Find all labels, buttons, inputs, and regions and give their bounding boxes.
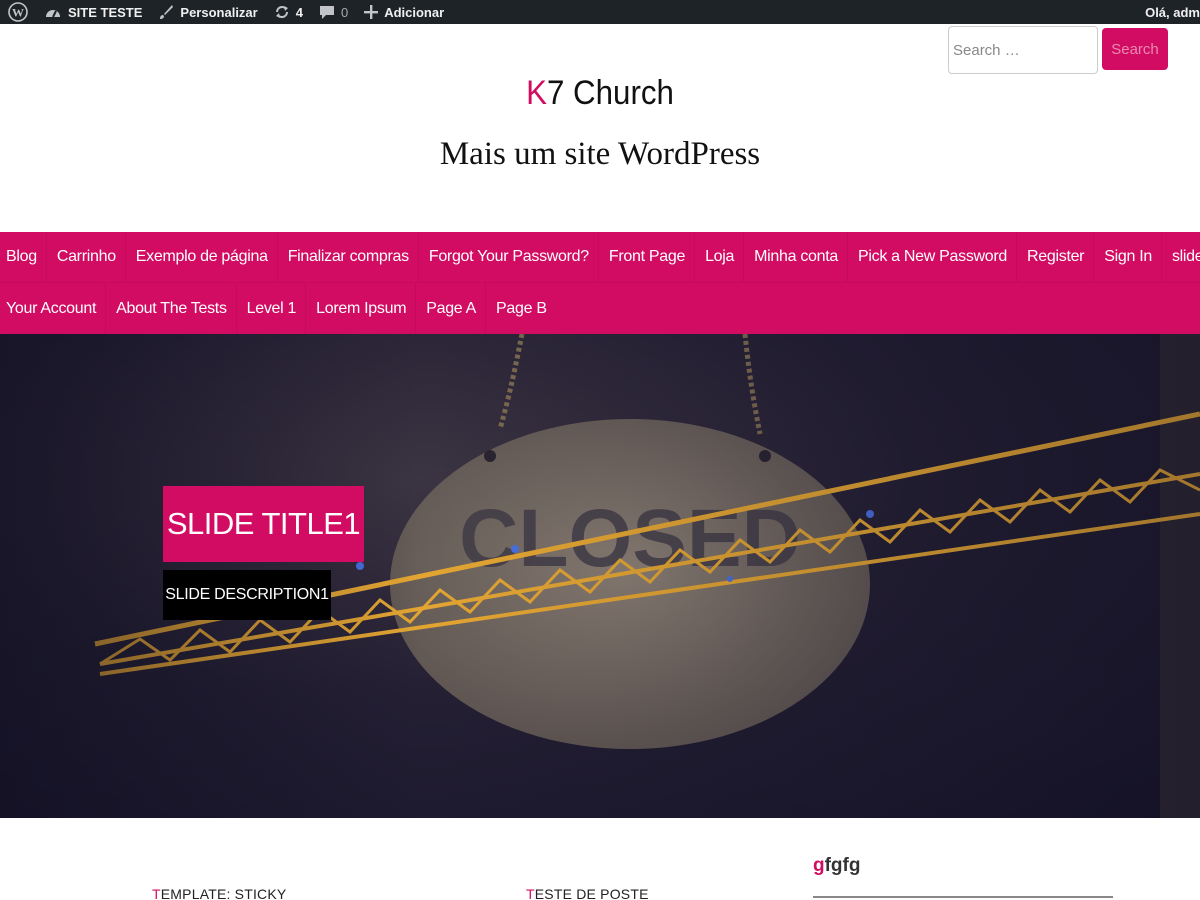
widget-title-first-letter: g <box>813 855 825 876</box>
brush-icon <box>160 5 174 19</box>
nav-item-page-b[interactable]: Page B <box>490 283 556 334</box>
post-title-first-letter: T <box>152 886 161 900</box>
nav-item-sign-in[interactable]: Sign In <box>1098 231 1162 283</box>
nav-item-page-a[interactable]: Page A <box>420 283 487 334</box>
nav-item-slide[interactable]: slide <box>1166 232 1200 283</box>
site-tagline: Mais um site WordPress <box>439 136 761 172</box>
comments-count: 0 <box>340 4 349 20</box>
plus-icon <box>364 5 379 19</box>
nav-item-loja[interactable]: Loja <box>699 231 745 283</box>
updates-count: 4 <box>295 4 303 20</box>
site-title-rest: 7 Church <box>546 74 674 112</box>
nav-item-about-the-tests[interactable]: About The Tests <box>110 283 237 334</box>
nav-item-register[interactable]: Register <box>1021 231 1095 283</box>
my-account-link[interactable]: Olá, adm <box>1137 0 1200 24</box>
wordpress-logo-icon[interactable]: W <box>0 0 36 24</box>
updates-icon <box>275 6 288 18</box>
nav-item-blog[interactable]: Blog <box>0 231 47 283</box>
nav-item-carrinho[interactable]: Carrinho <box>51 231 126 283</box>
updates-link[interactable]: 4 <box>266 0 311 24</box>
nav-row-2: Your Account About The Tests Level 1 Lor… <box>0 283 1200 334</box>
comments-link[interactable]: 0 <box>311 0 356 24</box>
search-input[interactable] <box>948 26 1098 74</box>
new-content-link[interactable]: Adicionar <box>356 0 452 24</box>
svg-text:W: W <box>12 6 24 20</box>
nav-item-forgot-password[interactable]: Forgot Your Password? <box>423 231 599 283</box>
nav-item-lorem-ipsum[interactable]: Lorem Ipsum <box>310 283 417 334</box>
sidebar-widget-title: gfgfg <box>813 855 860 877</box>
post-title-teste-de-poste[interactable]: TESTE DE POSTE <box>526 886 649 900</box>
post-title-rest: EMPLATE: STICKY <box>160 886 287 900</box>
nav-item-front-page[interactable]: Front Page <box>603 231 696 283</box>
nav-item-minha-conta[interactable]: Minha conta <box>748 231 848 283</box>
site-title-first-letter: K <box>526 74 547 112</box>
comment-icon <box>319 6 334 19</box>
nav-item-your-account[interactable]: Your Account <box>0 283 107 334</box>
nav-item-finalizar-compras[interactable]: Finalizar compras <box>282 231 419 283</box>
search-form: Search <box>948 26 1168 74</box>
slide-title: SLIDE TITLE1 <box>163 486 364 562</box>
site-name-link[interactable]: SITE TESTE <box>36 0 150 24</box>
new-content-label: Adicionar <box>384 4 445 20</box>
main-navigation: Blog Carrinho Exemplo de página Finaliza… <box>0 231 1200 334</box>
post-title-template-sticky[interactable]: TEMPLATE: STICKY <box>152 886 286 900</box>
widget-title-rest: fgfg <box>824 855 861 876</box>
hero-slider[interactable]: CLOSED SLIDE TITLE1 SLIDE DESCRIPTION1 <box>0 334 1200 818</box>
nav-row-1: Blog Carrinho Exemplo de página Finaliza… <box>0 231 1200 283</box>
post-title-rest: ESTE DE POSTE <box>534 886 649 900</box>
site-name-label: SITE TESTE <box>68 4 143 20</box>
customize-label: Personalizar <box>180 4 258 20</box>
widget-divider <box>813 896 1113 898</box>
nav-item-level-1[interactable]: Level 1 <box>241 283 307 334</box>
slide-description: SLIDE DESCRIPTION1 <box>163 570 331 620</box>
greeting-label: Olá, adm <box>1145 4 1200 20</box>
customize-link[interactable]: Personalizar <box>150 0 265 24</box>
post-title-first-letter: T <box>526 886 535 900</box>
admin-bar: W SITE TESTE Personalizar 4 0 Adicionar … <box>0 0 1200 24</box>
search-button[interactable]: Search <box>1102 28 1168 70</box>
site-title[interactable]: K7 Church <box>48 74 1152 113</box>
nav-item-exemplo-de-pagina[interactable]: Exemplo de página <box>130 231 278 283</box>
nav-item-pick-new-password[interactable]: Pick a New Password <box>852 231 1018 283</box>
dashboard-icon <box>46 10 60 18</box>
